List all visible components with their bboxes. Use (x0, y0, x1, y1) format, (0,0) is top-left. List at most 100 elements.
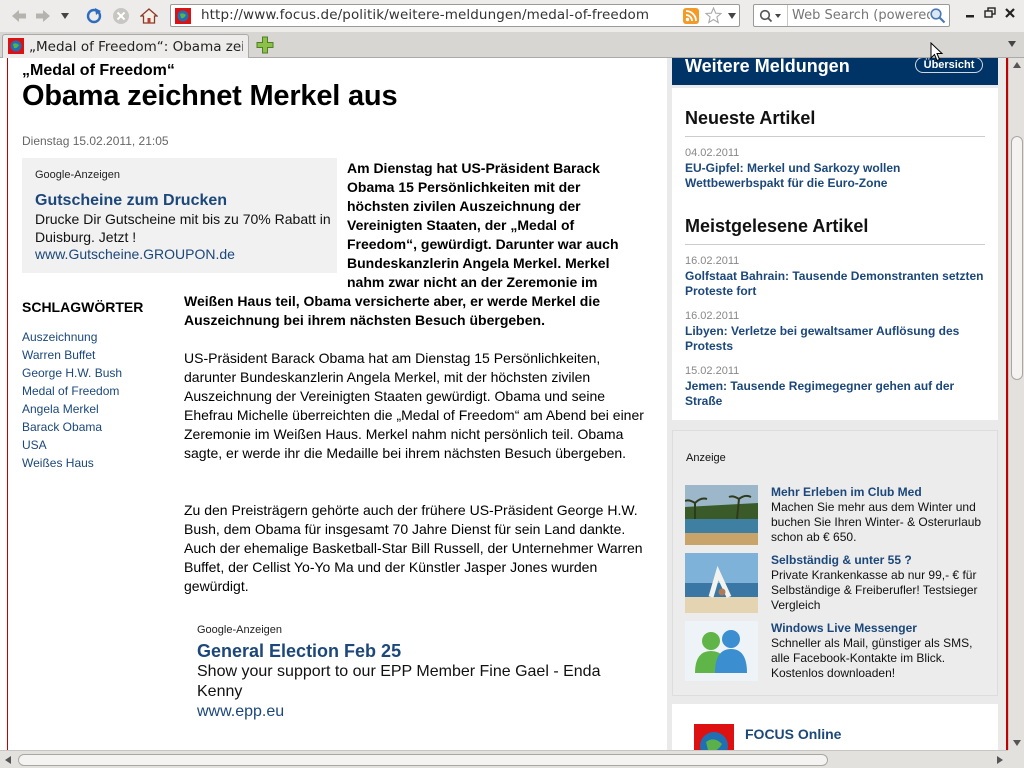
ad-title-link[interactable]: Gutscheine zum Drucken (35, 192, 227, 210)
ad-text: Show your support to our EPP Member Fine… (197, 663, 601, 700)
article-date: 15.02.2011 (685, 365, 740, 377)
promo-title[interactable]: Mehr Erleben im Club Med (771, 485, 922, 499)
focus-favicon-icon (175, 8, 191, 24)
forward-button[interactable] (32, 5, 54, 27)
ad-url-link[interactable]: www.Gutscheine.GROUPON.de (35, 246, 235, 262)
reload-icon (86, 8, 102, 24)
stop-button[interactable] (110, 5, 132, 27)
minimize-button[interactable] (961, 4, 979, 22)
address-bar[interactable]: http://www.focus.de/politik/weitere-meld… (170, 4, 740, 27)
articles-box: Neueste Artikel 04.02.2011 EU-Gipfel: Me… (672, 88, 998, 420)
vertical-scroll-thumb[interactable] (1011, 136, 1023, 380)
search-engine-icon (759, 9, 781, 22)
reload-button[interactable] (83, 5, 105, 27)
navigation-toolbar: http://www.focus.de/politik/weitere-meld… (0, 0, 1024, 32)
address-text[interactable]: http://www.focus.de/politik/weitere-meld… (201, 7, 649, 23)
tags-heading: SCHLAGWÖRTER (22, 299, 144, 315)
newest-articles-heading: Neueste Artikel (685, 108, 816, 128)
article-kicker: „Medal of Freedom“ (22, 62, 175, 79)
messenger-logo-image[interactable] (685, 621, 758, 681)
focus-logo-icon[interactable] (694, 724, 734, 750)
article-paragraph: US-Präsident Barack Obama hat am Diensta… (184, 350, 644, 461)
restore-button[interactable] (981, 4, 999, 22)
promo-title[interactable]: Selbständig & unter 55 ? (771, 553, 912, 567)
tab-strip: „Medal of Freedom“: Obama zeichnet Merke… (0, 32, 1024, 58)
article-paragraph: Zu den Preisträgern gehörte auch der frü… (184, 502, 643, 594)
article-intro-part2: Weißen Haus teil, Obama versicherte aber… (184, 293, 601, 328)
chevron-down-icon (61, 13, 69, 19)
scroll-up-arrow-icon[interactable] (1012, 61, 1022, 69)
google-ad-box-2: Google-Anzeigen General Election Feb 25 … (197, 624, 637, 721)
bookmark-star-icon[interactable] (705, 7, 722, 24)
tab-title: „Medal of Freedom“: Obama zeichnet Merke… (29, 39, 243, 55)
google-ads-label[interactable]: Google-Anzeigen (197, 624, 637, 636)
promo-title[interactable]: Windows Live Messenger (771, 621, 917, 635)
article-link[interactable]: EU-Gipfel: Merkel und Sarkozy wollen Wet… (685, 161, 990, 191)
minimize-icon (966, 15, 974, 18)
url-dropdown-chevron-icon[interactable] (727, 12, 737, 20)
home-icon (140, 8, 158, 24)
most-read-heading: Meistgelesene Artikel (685, 216, 869, 236)
vertical-scrollbar[interactable] (1008, 58, 1024, 750)
promo-item[interactable]: Selbständig & unter 55 ? Private Kranken… (685, 553, 993, 615)
tag-link[interactable]: George H.W. Bush (22, 364, 122, 382)
overview-button[interactable]: Übersicht (915, 58, 983, 73)
resort-pool-image[interactable] (685, 485, 758, 545)
horizontal-scrollbar[interactable] (0, 750, 1008, 768)
ad-url-link[interactable]: www.epp.eu (197, 703, 637, 721)
promo-text: Private Krankenkasse ab nur 99,- € für S… (771, 568, 978, 612)
rss-feed-icon[interactable] (683, 8, 699, 24)
search-icon[interactable] (929, 7, 947, 25)
ad-promo-box: Anzeige Mehr Erleben im Club Med Machen … (672, 430, 998, 696)
article-link[interactable]: Jemen: Tausende Regimegegner gehen auf d… (685, 379, 990, 409)
ad-title-link[interactable]: General Election Feb 25 (197, 641, 637, 662)
article-intro-part1: Am Dienstag hat US-Präsident Barack Obam… (347, 160, 619, 290)
close-window-button[interactable] (1001, 4, 1019, 22)
tag-link[interactable]: Warren Buffet (22, 346, 122, 364)
search-engine-selector[interactable] (754, 5, 788, 26)
divider (685, 244, 985, 245)
anzeige-label: Anzeige (686, 452, 726, 464)
mouse-cursor-icon (930, 42, 944, 62)
promo-text: Schneller als Mail, günstiger als SMS, a… (771, 636, 973, 680)
tag-link[interactable]: USA (22, 436, 122, 454)
history-dropdown-button[interactable] (57, 5, 73, 27)
tag-link[interactable]: Barack Obama (22, 418, 122, 436)
home-button[interactable] (138, 5, 160, 27)
tab-active[interactable]: „Medal of Freedom“: Obama zeichnet Merke… (2, 34, 249, 58)
tag-link[interactable]: Weißes Haus (22, 454, 122, 472)
article-link[interactable]: Golfstaat Bahrain: Tausende Demonstrante… (685, 269, 990, 299)
article-link[interactable]: Libyen: Verletze bei gewaltsamer Auflösu… (685, 324, 990, 354)
back-arrow-icon (12, 10, 26, 22)
promo-item[interactable]: Mehr Erleben im Club Med Machen Sie mehr… (685, 485, 993, 547)
scroll-right-arrow-icon[interactable] (996, 755, 1004, 765)
search-input[interactable] (792, 8, 930, 23)
article-headline: Obama zeichnet Merkel aus (22, 80, 398, 112)
forward-arrow-icon (36, 10, 50, 22)
google-ad-box: Google-Anzeigen Gutscheine zum Drucken D… (22, 158, 337, 273)
beach-yoga-image[interactable] (685, 553, 758, 613)
tag-link[interactable]: Medal of Freedom (22, 382, 122, 400)
focus-online-box: FOCUS Online (672, 704, 998, 750)
promo-item[interactable]: Windows Live Messenger Schneller als Mai… (685, 621, 993, 683)
tab-list-chevron-icon[interactable] (1007, 40, 1017, 48)
divider (685, 136, 985, 137)
page-viewport: „Medal of Freedom“ Obama zeichnet Merkel… (0, 58, 1024, 750)
horizontal-scroll-thumb[interactable] (18, 754, 828, 766)
back-button[interactable] (8, 5, 30, 27)
article-date: 16.02.2011 (685, 310, 740, 322)
web-search-box[interactable] (753, 4, 950, 27)
ad-text: Drucke Dir Gutscheine mit bis zu 70% Rab… (35, 211, 331, 245)
tag-link[interactable]: Auszeichnung (22, 328, 122, 346)
close-icon (1005, 8, 1015, 18)
new-tab-plus-icon[interactable] (256, 36, 274, 54)
article-dateline: Dienstag 15.02.2011, 21:05 (22, 134, 169, 148)
focus-favicon-icon (8, 38, 24, 54)
tag-link[interactable]: Angela Merkel (22, 400, 122, 418)
focus-online-link[interactable]: FOCUS Online (745, 726, 841, 742)
article-date: 04.02.2011 (685, 147, 740, 159)
sidebar-header-title[interactable]: Weitere Meldungen (685, 58, 850, 77)
scroll-left-arrow-icon[interactable] (4, 755, 12, 765)
scroll-down-arrow-icon[interactable] (1012, 739, 1022, 747)
google-ads-label[interactable]: Google-Anzeigen (35, 169, 120, 181)
